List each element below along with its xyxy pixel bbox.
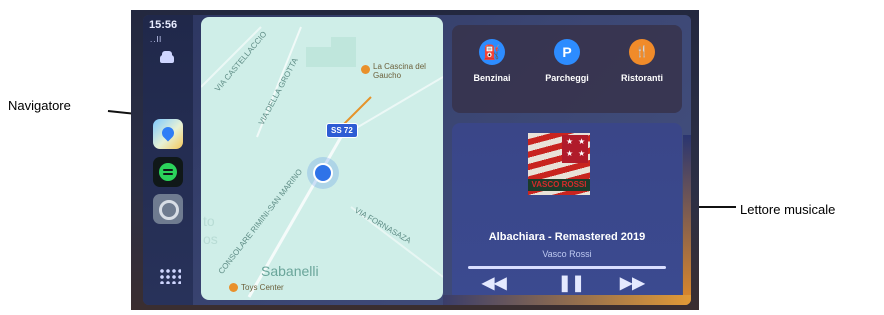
carplay-photo: 15:56 ..ll VIA DELLA GROTTA VIA CASTELLA… <box>131 10 699 310</box>
song-title: Albachiara - Remastered 2019 <box>488 231 646 243</box>
settings-app-icon[interactable] <box>153 194 183 224</box>
sidebar: 15:56 ..ll <box>143 15 193 305</box>
quick-action-restaurants[interactable]: 🍴 Ristoranti <box>612 39 672 83</box>
poi-pin-icon <box>229 283 238 292</box>
map-label-partial: os <box>203 231 218 247</box>
quick-action-label: Benzinai <box>473 73 511 83</box>
maps-app-icon[interactable] <box>153 119 183 149</box>
music-player-panel: ★ ★ ★ ★ VASCO ROSSI Albachiara - Remaste… <box>452 123 682 301</box>
next-track-button[interactable]: ▶▶ <box>620 273 645 293</box>
song-artist: Vasco Rossi <box>542 249 592 259</box>
ambient-glow <box>683 135 691 305</box>
pause-button[interactable]: ❚❚ <box>558 273 585 293</box>
carplay-screen: 15:56 ..ll VIA DELLA GROTTA VIA CASTELLA… <box>143 15 691 305</box>
album-cover-text: VASCO ROSSI <box>528 179 590 191</box>
poi-label[interactable]: Toys Center <box>241 283 284 292</box>
quick-actions-panel: ⛽ Benzinai P Parcheggi 🍴 Ristoranti <box>452 25 682 113</box>
current-location-icon <box>313 163 333 183</box>
map-label-partial: to <box>203 213 215 229</box>
parking-icon: P <box>554 39 580 65</box>
ambient-glow <box>443 295 691 305</box>
quick-action-parking[interactable]: P Parcheggi <box>537 39 597 83</box>
quick-action-label: Parcheggi <box>545 73 589 83</box>
signal-wifi-icon: ..ll <box>150 35 162 44</box>
route-badge: SS 72 <box>326 123 358 138</box>
spotify-app-icon[interactable] <box>153 157 183 187</box>
status-time: 15:56 <box>149 19 178 31</box>
music-callout-label: Lettore musicale <box>740 202 836 217</box>
map-town-label: Sabanelli <box>261 263 319 279</box>
fork-knife-icon: 🍴 <box>629 39 655 65</box>
navigation-map[interactable]: VIA DELLA GROTTA VIA CASTELLACCIO CONSOL… <box>201 17 443 300</box>
previous-track-button[interactable]: ◀◀ <box>482 273 507 293</box>
album-cover[interactable]: ★ ★ ★ ★ VASCO ROSSI <box>528 133 590 195</box>
app-grid-icon[interactable] <box>159 268 181 284</box>
quick-action-fuel[interactable]: ⛽ Benzinai <box>462 39 522 83</box>
quick-action-label: Ristoranti <box>620 73 663 83</box>
poi-pin-icon <box>361 65 370 74</box>
car-icon <box>160 51 174 63</box>
poi-label[interactable]: La Cascina del Gaucho <box>373 62 433 80</box>
playback-progress-bar[interactable] <box>468 266 666 269</box>
fuel-icon: ⛽ <box>479 39 505 65</box>
navigator-callout-label: Navigatore <box>8 98 71 113</box>
